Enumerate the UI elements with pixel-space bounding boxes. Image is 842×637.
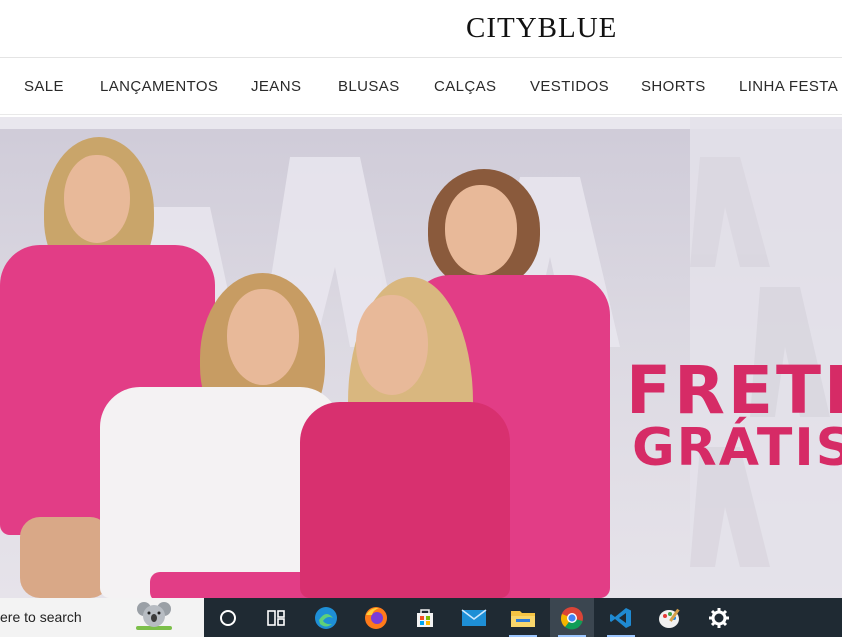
site-header: CITYBLUE xyxy=(0,0,842,58)
nav-item-calcas[interactable]: CALÇAS xyxy=(434,78,496,95)
model-3-face xyxy=(356,295,428,395)
main-nav: SALE LANÇAMENTOS JEANS BLUSAS CALÇAS VES… xyxy=(0,59,842,115)
nav-item-linha-festa[interactable]: LINHA FESTA xyxy=(739,78,838,95)
model-2-face xyxy=(227,289,299,385)
koala-icon xyxy=(136,602,172,630)
mail-icon[interactable] xyxy=(452,598,496,637)
file-explorer-icon[interactable] xyxy=(501,598,545,637)
edge-icon[interactable] xyxy=(304,598,348,637)
paint-icon[interactable] xyxy=(648,598,692,637)
chrome-icon[interactable] xyxy=(550,598,594,637)
model-4-face xyxy=(445,185,517,275)
model-1-face xyxy=(64,155,130,243)
nav-item-sale[interactable]: SALE xyxy=(24,78,64,95)
task-view-icon[interactable] xyxy=(254,598,298,637)
model-1-legs xyxy=(20,517,110,598)
microsoft-store-icon[interactable] xyxy=(403,598,447,637)
model-3-blazer xyxy=(300,402,510,598)
nav-item-lancamentos[interactable]: LANÇAMENTOS xyxy=(100,78,218,95)
settings-icon[interactable] xyxy=(697,598,741,637)
taskbar-search-box[interactable]: ere to search xyxy=(0,598,204,637)
nav-item-shorts[interactable]: SHORTS xyxy=(641,78,706,95)
brand-logo[interactable]: CITYBLUE xyxy=(466,12,617,45)
nav-item-blusas[interactable]: BLUSAS xyxy=(338,78,400,95)
vscode-icon[interactable] xyxy=(599,598,643,637)
cortana-icon[interactable] xyxy=(206,598,250,637)
taskbar-search-placeholder: ere to search xyxy=(0,609,82,625)
firefox-icon[interactable] xyxy=(354,598,398,637)
hero-banner[interactable]: FRETE GRÁTIS xyxy=(0,117,842,598)
windows-taskbar: ere to search xyxy=(0,598,842,637)
nav-item-jeans[interactable]: JEANS xyxy=(251,78,301,95)
promo-subtitle: GRÁTIS xyxy=(632,418,842,478)
nav-item-vestidos[interactable]: VESTIDOS xyxy=(530,78,609,95)
